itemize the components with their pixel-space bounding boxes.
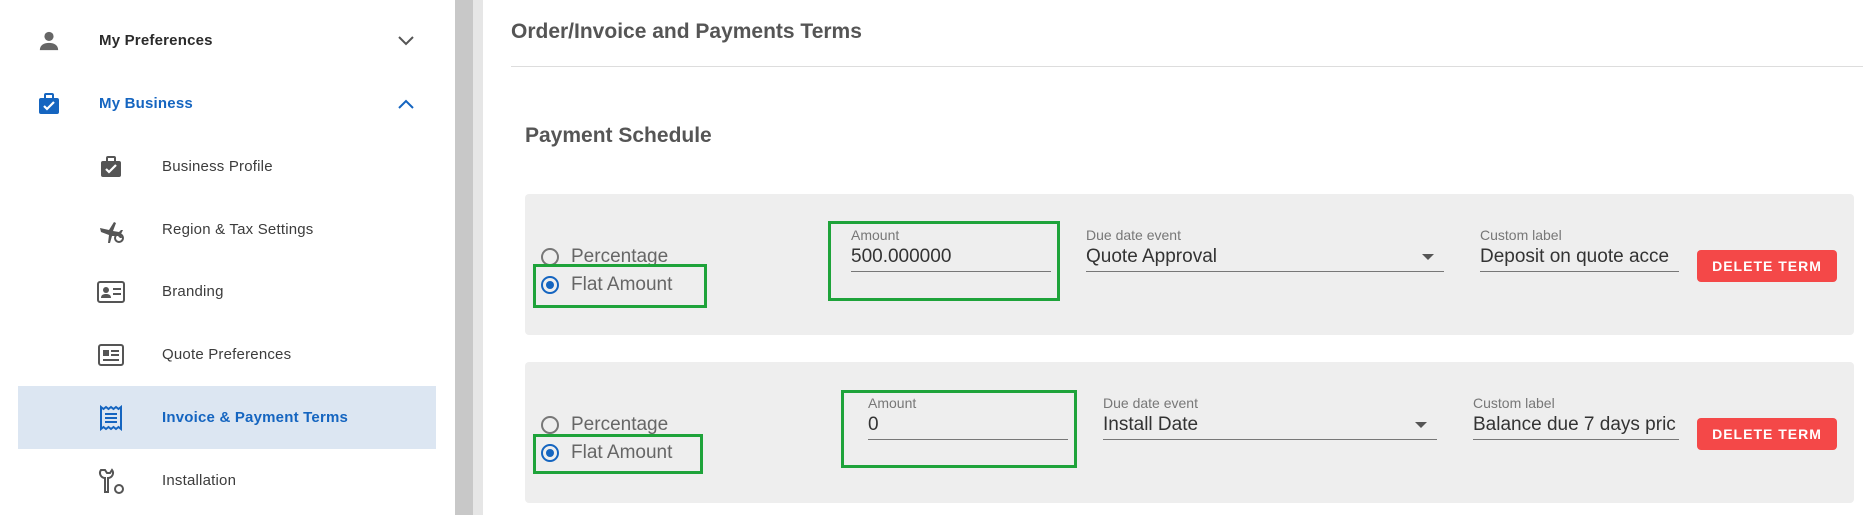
due-date-select[interactable]: Due date event Install Date — [1103, 395, 1437, 440]
delete-term-button[interactable]: DELETE TERM — [1697, 418, 1837, 450]
main-content: Order/Invoice and Payments Terms Payment… — [483, 0, 1876, 515]
sidebar-item-invoice-payment-terms[interactable]: Invoice & Payment Terms — [18, 386, 436, 449]
due-date-label: Due date event — [1103, 395, 1198, 411]
caret-down-icon — [1422, 254, 1434, 260]
plane-gear-icon — [96, 215, 126, 245]
percentage-option[interactable]: Percentage — [541, 414, 668, 436]
sidebar-item-label: Region & Tax Settings — [162, 221, 314, 238]
person-icon — [34, 26, 64, 56]
sidebar-item-label: My Business — [99, 95, 193, 112]
payment-term-card: Percentage Flat Amount Amount 0 Due date… — [525, 362, 1854, 503]
sidebar-item-label: Business Profile — [162, 158, 273, 175]
briefcase-check-icon — [96, 152, 126, 182]
chevron-up-icon[interactable] — [396, 94, 416, 114]
sidebar-item-region-tax[interactable]: Region & Tax Settings — [18, 198, 436, 261]
sidebar-item-installation[interactable]: Installation — [18, 449, 436, 512]
custom-label-input[interactable]: Deposit on quote acce — [1480, 246, 1679, 272]
due-date-value[interactable]: Quote Approval — [1086, 246, 1444, 272]
sidebar-item-my-business[interactable]: My Business — [18, 72, 436, 135]
scrollbar-track — [473, 0, 483, 515]
custom-label-label: Custom label — [1473, 395, 1555, 411]
settings-sidebar: My Preferences My Business Business Prof… — [0, 0, 455, 515]
sidebar-item-quote-preferences[interactable]: Quote Preferences — [18, 323, 436, 386]
due-date-select[interactable]: Due date event Quote Approval — [1086, 227, 1444, 272]
highlight-box — [841, 390, 1077, 468]
chevron-down-icon[interactable] — [396, 31, 416, 51]
delete-term-button[interactable]: DELETE TERM — [1697, 250, 1837, 282]
id-card-icon — [96, 277, 126, 307]
tools-gear-icon — [96, 466, 126, 496]
sidebar-item-branding[interactable]: Branding — [18, 260, 436, 323]
briefcase-check-icon — [34, 89, 64, 119]
sidebar-item-business-profile[interactable]: Business Profile — [18, 135, 436, 198]
due-date-label: Due date event — [1086, 227, 1181, 243]
custom-label-label: Custom label — [1480, 227, 1562, 243]
sidebar-item-label: My Preferences — [99, 32, 213, 49]
sidebar-item-label: Branding — [162, 283, 224, 300]
highlight-box — [533, 264, 707, 308]
quote-doc-icon — [96, 340, 126, 370]
percentage-label: Percentage — [571, 414, 669, 435]
section-title: Payment Schedule — [525, 124, 712, 147]
sidebar-item-label: Quote Preferences — [162, 346, 292, 363]
page-title: Order/Invoice and Payments Terms — [511, 20, 862, 43]
payment-term-card: Percentage Flat Amount Amount 500.000000… — [525, 194, 1854, 335]
sidebar-item-my-preferences[interactable]: My Preferences — [18, 9, 436, 72]
custom-label-field[interactable]: Custom label Balance due 7 days pric — [1473, 395, 1679, 440]
custom-label-field[interactable]: Custom label Deposit on quote acce — [1480, 227, 1679, 272]
caret-down-icon — [1415, 422, 1427, 428]
receipt-icon — [96, 403, 126, 433]
highlight-box — [533, 434, 703, 474]
divider — [511, 66, 1863, 67]
sidebar-item-label: Installation — [162, 472, 237, 489]
radio-percentage[interactable] — [541, 416, 559, 434]
highlight-box — [828, 221, 1060, 301]
sidebar-scrollbar[interactable] — [455, 0, 473, 515]
due-date-value[interactable]: Install Date — [1103, 414, 1437, 440]
sidebar-item-label: Invoice & Payment Terms — [162, 409, 349, 426]
custom-label-input[interactable]: Balance due 7 days pric — [1473, 414, 1679, 440]
